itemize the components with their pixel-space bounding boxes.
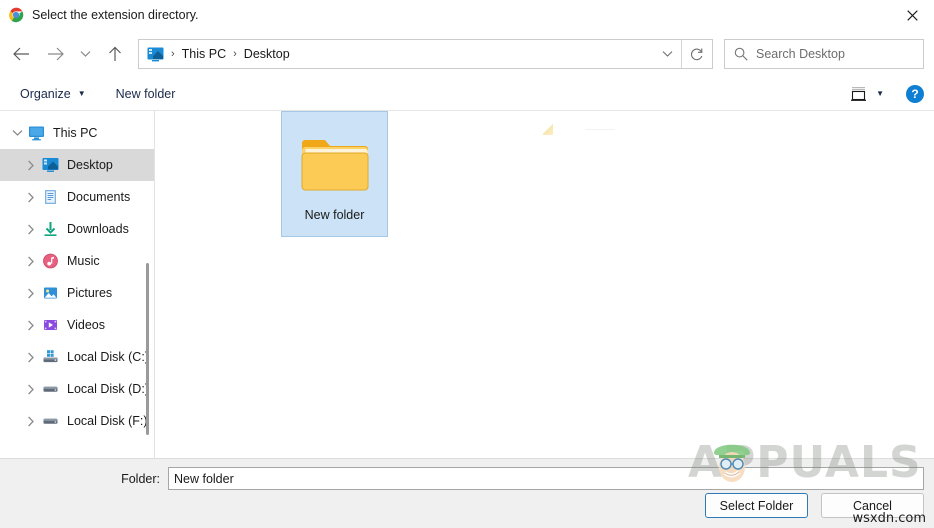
chevron-down-icon xyxy=(80,51,90,57)
arrow-right-icon xyxy=(47,47,64,61)
render-artifact-folder-ghost xyxy=(543,123,553,135)
render-artifact-line-ghost xyxy=(585,129,615,130)
disk-icon xyxy=(42,381,59,397)
change-view-button[interactable]: ▼ xyxy=(846,82,888,106)
title-bar: Select the extension directory. xyxy=(0,0,934,30)
desktop-icon xyxy=(147,47,164,62)
expander-chevron-down-icon[interactable] xyxy=(6,117,28,149)
help-label: ? xyxy=(911,87,919,101)
sidebar-item-this-pc[interactable]: This PC xyxy=(0,117,154,149)
expander-chevron-right-icon[interactable] xyxy=(20,373,42,405)
sidebar-item-local-disk-d[interactable]: Local Disk (D:) xyxy=(0,373,154,405)
up-button[interactable] xyxy=(98,38,132,70)
breadcrumb-item-this-pc[interactable]: This PC xyxy=(182,47,226,61)
layout-view-icon xyxy=(851,87,867,101)
downloads-icon xyxy=(42,221,59,237)
sidebar-item-label: Local Disk (D:) xyxy=(67,382,149,396)
sidebar-item-label: Videos xyxy=(67,318,105,332)
sidebar-item-pictures[interactable]: Pictures xyxy=(0,277,154,309)
address-dropdown-button[interactable] xyxy=(653,40,681,68)
documents-icon xyxy=(42,189,59,205)
expander-chevron-right-icon[interactable] xyxy=(20,245,42,277)
breadcrumb-separator-0: › xyxy=(171,48,175,60)
chevron-down-icon: ▼ xyxy=(876,89,884,98)
music-icon xyxy=(42,253,59,269)
folder-name-row: Folder: xyxy=(0,467,934,490)
expander-chevron-right-icon[interactable] xyxy=(20,213,42,245)
refresh-button[interactable] xyxy=(682,40,710,68)
close-icon xyxy=(906,9,918,21)
select-folder-button[interactable]: Select Folder xyxy=(705,493,808,518)
list-item[interactable]: New folder xyxy=(281,111,388,237)
cancel-button[interactable]: Cancel xyxy=(821,493,924,518)
list-item-label: New folder xyxy=(304,208,365,222)
sidebar-item-label: Desktop xyxy=(67,158,113,172)
dialog-buttons: Select Folder Cancel xyxy=(705,493,924,518)
select-folder-dialog: Select the extension directory. › This P… xyxy=(0,0,934,528)
chevron-down-icon: ▼ xyxy=(77,89,86,98)
help-button[interactable]: ? xyxy=(906,85,924,103)
tree-scrollbar-thumb[interactable] xyxy=(146,263,149,435)
expander-chevron-right-icon[interactable] xyxy=(20,341,42,373)
sidebar-item-local-disk-f[interactable]: Local Disk (F:) xyxy=(0,405,154,437)
folder-name-input[interactable] xyxy=(168,467,924,490)
pictures-icon xyxy=(42,285,59,301)
organize-label: Organize xyxy=(20,87,71,101)
new-folder-button[interactable]: New folder xyxy=(110,82,182,106)
sidebar-item-documents[interactable]: Documents xyxy=(0,181,154,213)
organize-button[interactable]: Organize ▼ xyxy=(14,82,92,106)
sidebar-item-label: Local Disk (C:) xyxy=(67,350,149,364)
dialog-body: This PC Desktop Documents Downloads Musi… xyxy=(0,110,934,458)
expander-chevron-right-icon[interactable] xyxy=(20,405,42,437)
close-button[interactable] xyxy=(890,0,934,30)
forward-button[interactable] xyxy=(38,38,72,70)
dialog-footer: Folder: Select Folder Cancel xyxy=(0,458,934,528)
window-title: Select the extension directory. xyxy=(32,8,199,22)
chevron-down-icon xyxy=(662,51,672,57)
system-disk-icon xyxy=(42,349,59,365)
file-list[interactable]: New folder xyxy=(155,111,934,458)
expander-chevron-right-icon[interactable] xyxy=(20,309,42,341)
folder-icon xyxy=(299,134,371,194)
arrow-left-icon xyxy=(12,47,29,61)
expander-chevron-right-icon[interactable] xyxy=(20,181,42,213)
expander-chevron-right-icon[interactable] xyxy=(20,277,42,309)
videos-icon xyxy=(42,317,59,333)
chrome-icon xyxy=(8,7,24,23)
recent-locations-button[interactable] xyxy=(72,38,98,70)
search-input[interactable] xyxy=(756,47,917,61)
sidebar-item-label: Pictures xyxy=(67,286,113,300)
folder-name-label: Folder: xyxy=(121,471,160,486)
sidebar-item-desktop[interactable]: Desktop xyxy=(0,149,154,181)
breadcrumb-item-desktop[interactable]: Desktop xyxy=(244,47,290,61)
search-icon xyxy=(734,47,748,61)
sidebar-item-local-disk-c[interactable]: Local Disk (C:) xyxy=(0,341,154,373)
expander-chevron-right-icon[interactable] xyxy=(20,149,42,181)
sidebar-item-downloads[interactable]: Downloads xyxy=(0,213,154,245)
sidebar-item-label: Music xyxy=(67,254,100,268)
search-box[interactable] xyxy=(724,39,924,69)
sidebar-item-label: This PC xyxy=(53,126,98,140)
sidebar-item-label: Local Disk (F:) xyxy=(67,414,148,428)
sidebar-item-videos[interactable]: Videos xyxy=(0,309,154,341)
breadcrumb-separator-1: › xyxy=(233,48,237,60)
sidebar-item-label: Documents xyxy=(67,190,131,204)
command-bar: Organize ▼ New folder ▼ ? xyxy=(0,78,934,110)
refresh-icon xyxy=(690,48,702,60)
disk-icon xyxy=(42,413,59,429)
back-button[interactable] xyxy=(4,38,38,70)
navigation-tree: This PC Desktop Documents Downloads Musi… xyxy=(0,111,155,458)
new-folder-label: New folder xyxy=(115,87,176,101)
desktop-icon xyxy=(42,157,59,173)
arrow-up-icon xyxy=(109,46,121,61)
address-bar[interactable]: › This PC › Desktop xyxy=(138,39,713,69)
sidebar-item-label: Downloads xyxy=(67,222,129,236)
this-pc-icon xyxy=(28,125,45,141)
sidebar-item-music[interactable]: Music xyxy=(0,245,154,277)
navigation-bar: › This PC › Desktop xyxy=(0,30,934,78)
